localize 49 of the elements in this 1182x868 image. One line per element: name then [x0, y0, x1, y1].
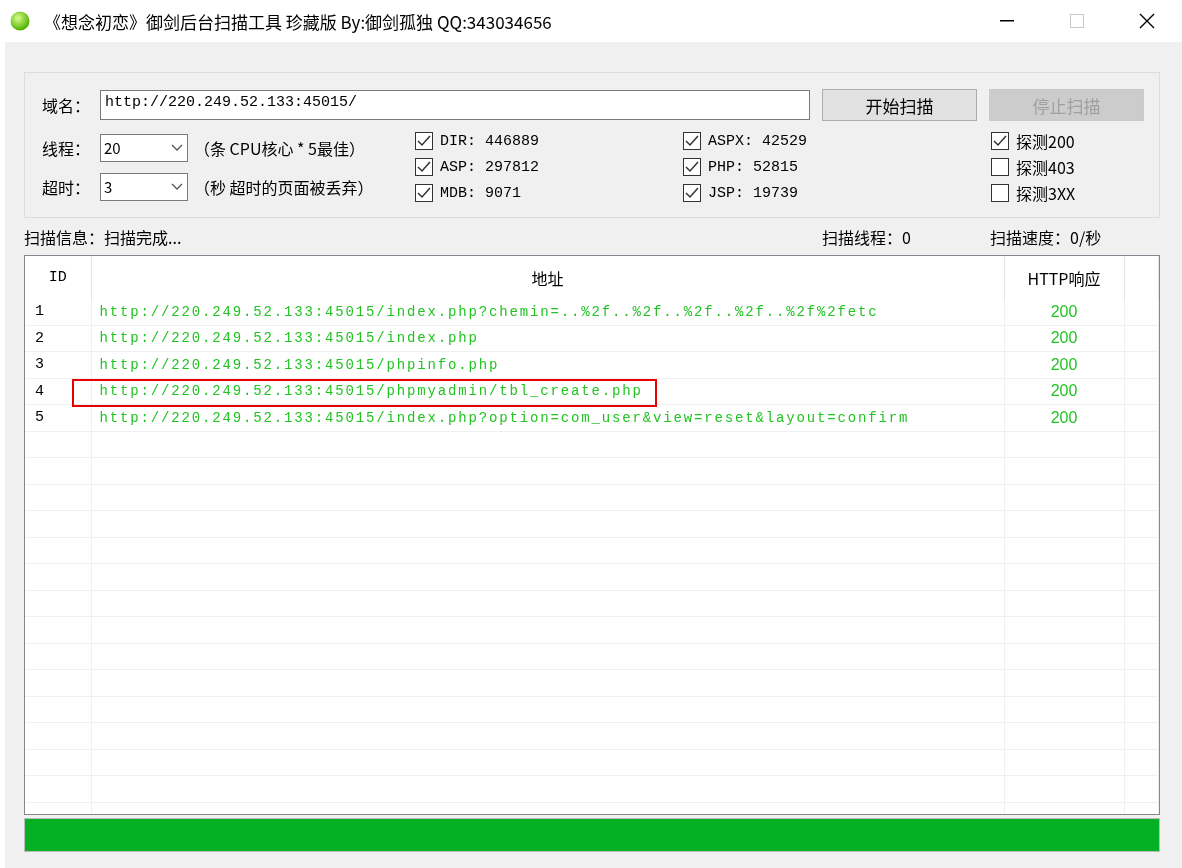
chevron-icon[interactable] — [171, 183, 183, 190]
checkbox-label: 探测200 — [1016, 129, 1075, 153]
checkbox-label: DIR: 446889 — [440, 132, 540, 150]
checkbox-label: MDB: 9071 — [440, 184, 521, 202]
chevron-icon[interactable] — [171, 144, 183, 151]
checkbox[interactable] — [683, 158, 701, 176]
table-cell: 200 — [1050, 382, 1078, 400]
checkbox[interactable] — [683, 132, 701, 150]
scan-speed: 扫描速度：0/秒 — [990, 224, 1103, 249]
ball-icon — [10, 11, 30, 31]
domain-label: 域名： — [42, 93, 91, 117]
checkbox[interactable] — [415, 184, 433, 202]
checkbox[interactable] — [415, 158, 433, 176]
table-cell: 3 — [35, 356, 44, 374]
table-cell: 4 — [35, 382, 44, 400]
checkbox[interactable] — [683, 184, 701, 202]
window-title: 《想念初恋》御剑后台扫描工具 珍藏版 By:御剑孤独 QQ:343034656 — [44, 8, 553, 34]
scan-info: 扫描信息：扫描完成... — [24, 224, 183, 249]
option-hint: （秒 超时的页面被丢弃） — [194, 174, 374, 199]
checkbox-label: JSP: 19739 — [708, 184, 798, 202]
option-label: 超时： — [42, 174, 91, 199]
checkbox-label: 探测3XX — [1016, 181, 1076, 205]
option-hint: （条 CPU核心 * 5最佳） — [194, 135, 365, 160]
start-scan-button[interactable]: 开始扫描 — [822, 89, 977, 121]
domain-field[interactable]: http://220.249.52.133:45015/ — [100, 90, 810, 120]
table-cell: 200 — [1050, 355, 1078, 373]
checkbox[interactable] — [991, 158, 1009, 176]
dropdown[interactable]: 3 — [100, 172, 188, 201]
column-header[interactable]: 地址 — [91, 256, 1004, 299]
column-header[interactable]: HTTP响应 — [1004, 256, 1124, 299]
dropdown[interactable]: 20 — [100, 133, 188, 162]
checkbox-label: ASP: 297812 — [440, 158, 540, 176]
table-cell: 5 — [35, 409, 44, 427]
scan-threads: 扫描线程：0 — [822, 224, 912, 249]
checkbox-label: 探测403 — [1016, 155, 1075, 179]
table-cell: 2 — [35, 329, 44, 347]
column-header[interactable]: ID — [25, 256, 91, 299]
table-cell: 200 — [1050, 302, 1078, 320]
checkbox[interactable] — [415, 132, 433, 150]
close-icon[interactable] — [1139, 13, 1155, 29]
option-label: 线程： — [42, 135, 91, 160]
checkbox[interactable] — [991, 184, 1009, 202]
checkbox[interactable] — [991, 132, 1009, 150]
table-cell: 200 — [1050, 329, 1078, 347]
table-cell: 1 — [35, 303, 44, 321]
minimize-icon[interactable] — [1000, 20, 1014, 22]
table-cell: 200 — [1050, 408, 1078, 426]
checkbox-label: ASPX: 42529 — [708, 132, 808, 150]
checkbox-label: PHP: 52815 — [708, 158, 798, 176]
